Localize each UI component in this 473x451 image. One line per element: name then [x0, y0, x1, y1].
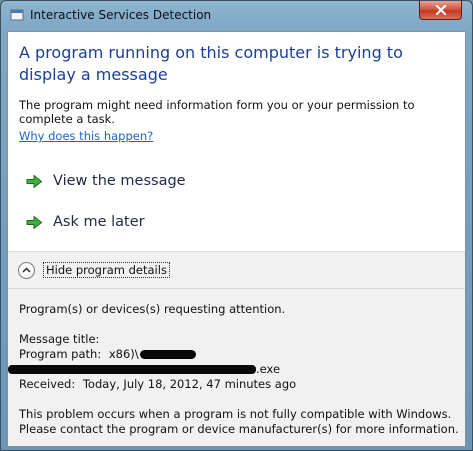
program-path-continued: .exe [8, 362, 280, 376]
dialog-window: Interactive Services Detection A program… [0, 0, 473, 451]
received-label: Received: [19, 377, 76, 391]
compat-line-1: This problem occurs when a program is no… [19, 407, 452, 421]
compat-line-2: Please contact the program or device man… [19, 422, 459, 436]
requesting-text: Program(s) or devices(s) requesting atte… [19, 302, 286, 316]
why-does-this-happen-link[interactable]: Why does this happen? [19, 129, 153, 143]
program-path-suffix: .exe [256, 362, 281, 376]
program-path-row: Program path: x86)\ [19, 347, 197, 361]
app-window-icon [10, 9, 24, 21]
view-message-label: View the message [53, 173, 186, 189]
received-value: Today, July 18, 2012, 47 minutes ago [82, 377, 297, 391]
hide-details-label: Hide program details [43, 262, 170, 278]
window-title: Interactive Services Detection [30, 8, 212, 22]
program-details-panel: Hide program details Program(s) or devic… [8, 251, 465, 446]
intro-text: The program might need information form … [19, 98, 415, 126]
dialog-content: A program running on this computer is tr… [7, 31, 466, 447]
message-title-label: Message title: [19, 332, 100, 346]
close-icon [435, 5, 446, 15]
program-path-label: Program path: [19, 347, 102, 361]
green-arrow-icon [26, 214, 43, 230]
redaction-mark [140, 350, 197, 359]
hide-details-toggle[interactable]: Hide program details [18, 260, 170, 280]
view-message-command[interactable]: View the message [26, 169, 186, 193]
ask-me-later-label: Ask me later [53, 214, 145, 230]
details-divider [8, 288, 465, 289]
main-heading: A program running on this computer is tr… [19, 43, 403, 84]
close-button[interactable] [419, 1, 462, 20]
received-row: Received: Today, July 18, 2012, 47 minut… [19, 377, 296, 391]
program-path-value: x86)\ [108, 347, 139, 361]
title-bar[interactable]: Interactive Services Detection [1, 1, 472, 31]
green-arrow-icon [26, 173, 43, 189]
ask-me-later-command[interactable]: Ask me later [26, 210, 145, 234]
redaction-mark [8, 365, 256, 374]
chevron-up-icon [18, 261, 35, 279]
